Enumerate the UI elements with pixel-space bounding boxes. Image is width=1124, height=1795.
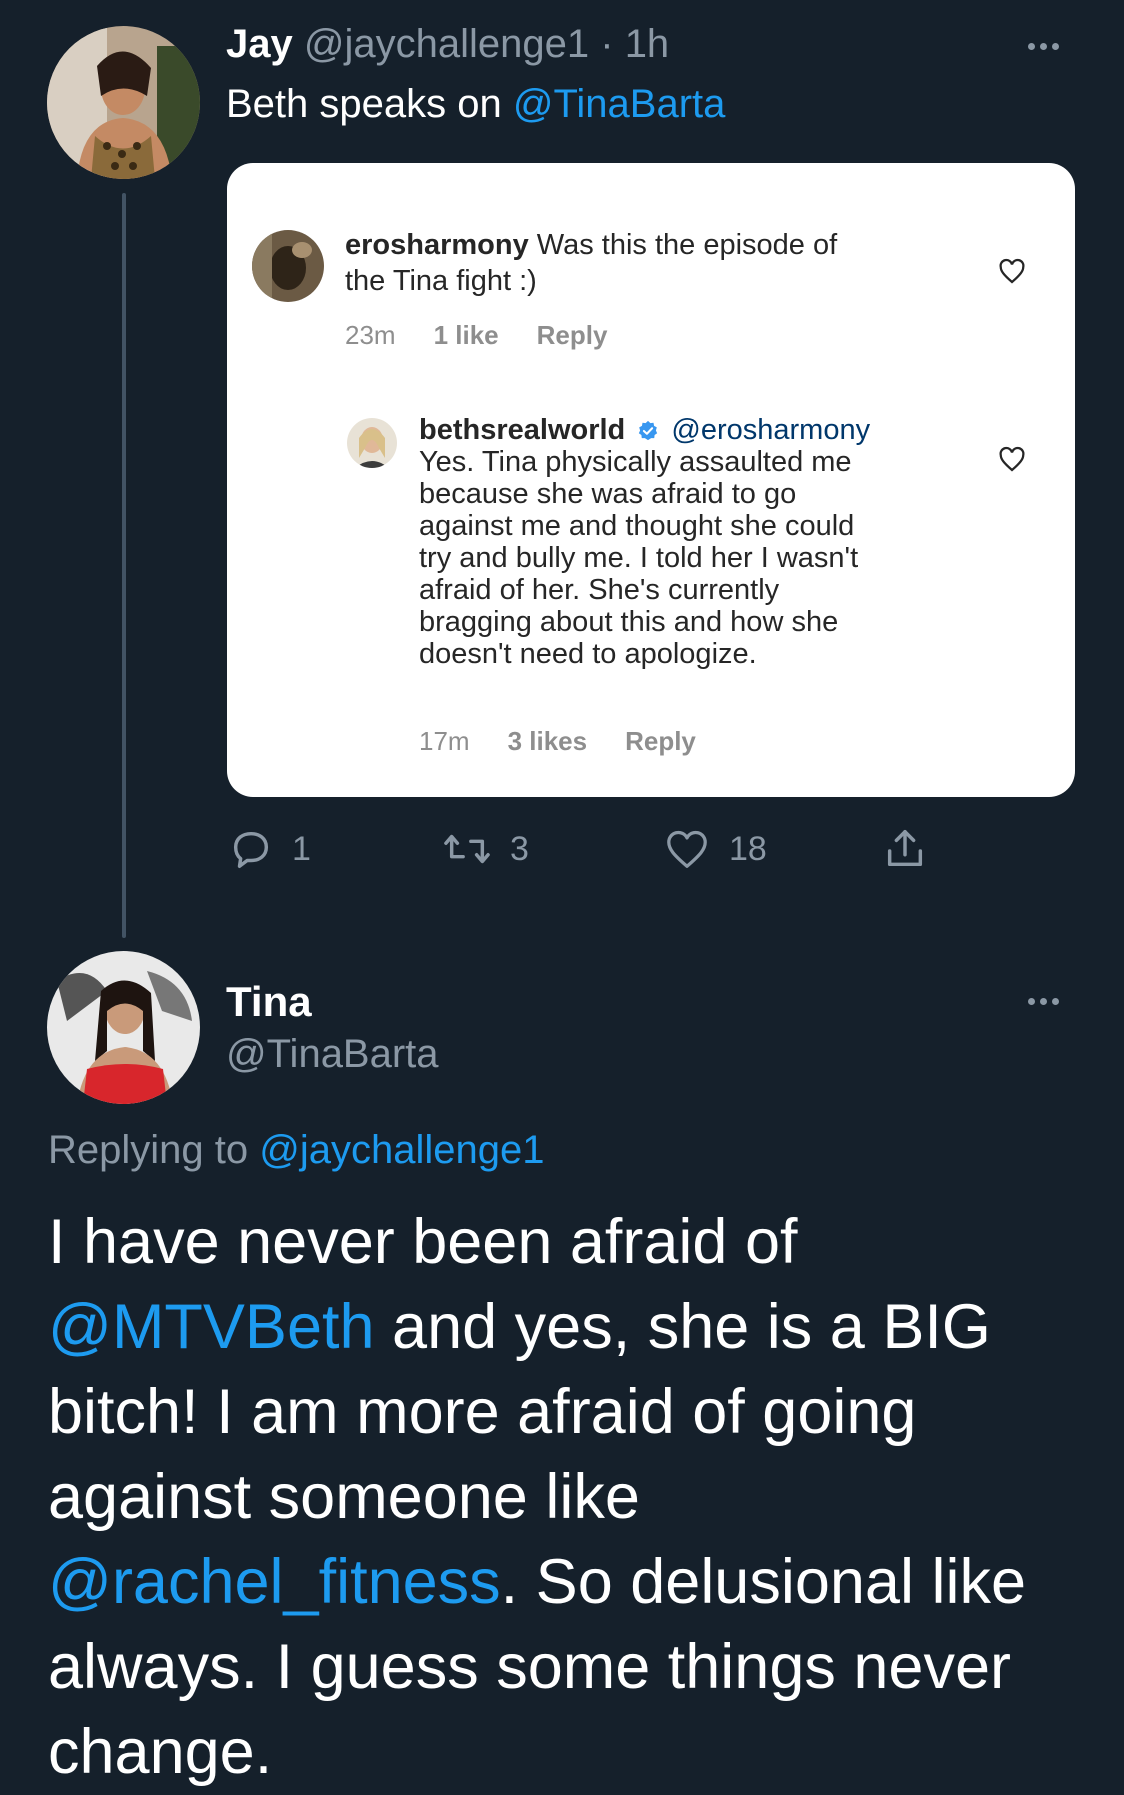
mention-link[interactable]: @TinaBarta xyxy=(513,82,726,126)
replying-to-label: Replying to xyxy=(48,1128,260,1172)
like-count: 18 xyxy=(729,829,767,868)
bethsrealworld-avatar xyxy=(347,418,397,468)
more-options-icon[interactable] xyxy=(1028,998,1059,1005)
author-name[interactable]: Jay xyxy=(226,22,293,66)
comment2-line: Yes. Tina physically assaulted me xyxy=(419,446,852,478)
retweet-icon xyxy=(444,834,490,864)
retweet-count: 3 xyxy=(510,829,529,868)
comment2-username: bethsrealworld xyxy=(419,414,626,446)
jay-avatar[interactable] xyxy=(47,26,200,179)
more-options-icon[interactable] xyxy=(1028,43,1059,50)
mention-link[interactable]: @rachel_fitness xyxy=(48,1547,501,1617)
reply-count: 1 xyxy=(292,829,311,868)
comment2-heart-icon xyxy=(999,446,1025,472)
comment1-text-line1: Was this the episode of xyxy=(536,229,838,261)
tina-avatar[interactable] xyxy=(47,951,200,1104)
comment2-line: bragging about this and how she xyxy=(419,606,839,638)
comment2-time: 17m xyxy=(419,726,470,756)
comment1-username: erosharmony xyxy=(345,229,529,261)
share-icon xyxy=(887,830,923,867)
comment1-likes: 1 like xyxy=(433,320,499,350)
tweet2-text-part: I have never been afraid of xyxy=(48,1207,798,1277)
erosharmony-avatar xyxy=(252,230,324,302)
separator-dot: · xyxy=(600,22,614,66)
comment2-line: doesn't need to apologize. xyxy=(419,638,757,670)
tweet2-text: I have never been afraid of @MTVBeth and… xyxy=(48,1200,1088,1795)
comment1-text-line2: the Tina fight :) xyxy=(345,265,537,297)
comment1-meta: 23m 1 like Reply xyxy=(345,320,607,351)
comment2-likes: 3 likes xyxy=(507,726,588,756)
reply-button[interactable]: 1 xyxy=(228,826,311,872)
author-name[interactable]: Tina xyxy=(226,978,312,1026)
comment2-reply: Reply xyxy=(625,726,696,756)
embedded-image-card[interactable]: erosharmony Was this the episode of the … xyxy=(227,163,1075,797)
author-handle[interactable]: @TinaBarta xyxy=(226,1032,439,1077)
comment2-line: afraid of her. She's currently xyxy=(419,574,780,606)
mention-link[interactable]: @MTVBeth xyxy=(48,1292,375,1362)
replying-to-mention[interactable]: @jaychallenge1 xyxy=(259,1128,544,1172)
verified-badge-icon xyxy=(639,420,658,441)
comment2-meta: 17m 3 likes Reply xyxy=(419,726,696,757)
comment2-line: try and bully me. I told her I wasn't xyxy=(419,542,859,574)
comment1-text: erosharmony Was this the episode of the … xyxy=(345,227,837,299)
author-handle[interactable]: @jaychallenge1 xyxy=(304,22,589,66)
share-button[interactable] xyxy=(882,826,928,872)
tweet1-text: Beth speaks on @TinaBarta xyxy=(226,82,725,127)
comment2-line: against me and thought she could xyxy=(419,510,855,542)
tweet1-text-prefix: Beth speaks on xyxy=(226,82,513,126)
reply-icon xyxy=(233,831,269,868)
comment2-line: because she was afraid to go xyxy=(419,478,797,510)
comment1-heart-icon xyxy=(999,258,1025,284)
tweet1-header: Jay @jaychallenge1 · 1h xyxy=(226,22,669,67)
like-button[interactable]: 18 xyxy=(663,826,767,872)
tweet-timestamp[interactable]: 1h xyxy=(625,22,670,66)
heart-icon xyxy=(667,830,707,868)
comment2-mention: @erosharmony xyxy=(671,414,871,446)
thread-connector-line xyxy=(122,193,126,938)
retweet-button[interactable]: 3 xyxy=(442,826,529,872)
comment2-body: bethsrealworld @erosharmony Yes. Tina ph… xyxy=(419,414,870,670)
comment1-time: 23m xyxy=(345,320,396,350)
replying-to: Replying to @jaychallenge1 xyxy=(48,1128,544,1173)
comment1-reply: Reply xyxy=(536,320,608,350)
